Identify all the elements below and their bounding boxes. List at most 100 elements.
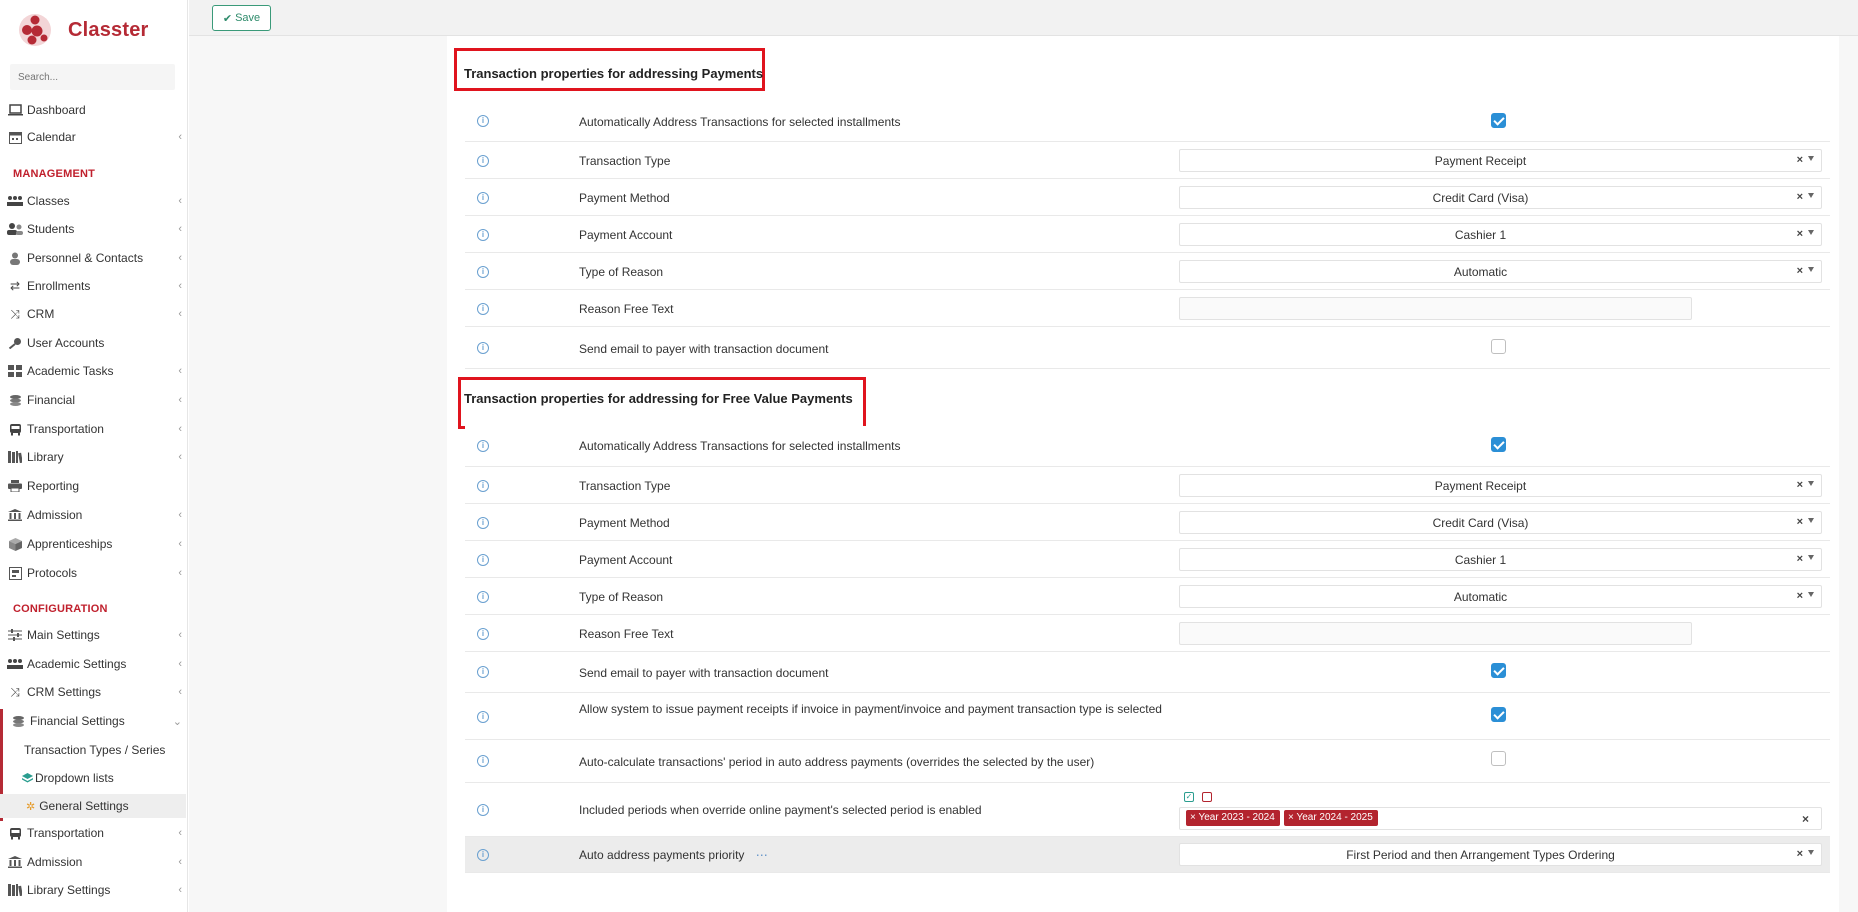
clear-icon[interactable]: × bbox=[1797, 590, 1803, 602]
clear-icon[interactable]: × bbox=[1797, 516, 1803, 528]
included-periods-multiselect[interactable]: × Year 2023 - 2024 × Year 2024 - 2025 × bbox=[1179, 807, 1822, 830]
clear-icon[interactable]: × bbox=[1797, 191, 1803, 203]
info-icon[interactable]: i bbox=[477, 155, 489, 167]
info-icon[interactable]: i bbox=[477, 440, 489, 452]
sidebar-item-admission-settings[interactable]: Admission ‹ bbox=[0, 851, 188, 873]
sidebar-subitem-general-settings[interactable]: ✲ General Settings bbox=[0, 794, 186, 818]
send-email-checkbox[interactable] bbox=[1491, 663, 1506, 678]
info-icon[interactable]: i bbox=[477, 849, 489, 861]
auto-address-checkbox[interactable] bbox=[1491, 437, 1506, 452]
clear-icon[interactable]: × bbox=[1797, 154, 1803, 166]
clear-icon[interactable]: × bbox=[1797, 265, 1803, 277]
info-icon[interactable]: i bbox=[477, 266, 489, 278]
books-icon bbox=[7, 450, 23, 464]
sidebar-subitem-dropdown-lists[interactable]: Dropdown lists bbox=[0, 766, 186, 790]
sidebar-item-academic-settings[interactable]: Academic Settings ‹ bbox=[0, 653, 188, 675]
sidebar-item-crm-settings[interactable]: ⤨ CRM Settings ‹ bbox=[0, 681, 188, 703]
auto-address-checkbox[interactable] bbox=[1491, 113, 1506, 128]
sidebar-item-dashboard[interactable]: Dashboard bbox=[0, 99, 188, 121]
search-input[interactable] bbox=[18, 71, 168, 83]
payment-method-select[interactable]: Credit Card (Visa) × bbox=[1179, 186, 1822, 209]
caret-down-icon[interactable] bbox=[1808, 193, 1814, 198]
info-icon[interactable]: i bbox=[477, 711, 489, 723]
deselect-all-icon[interactable] bbox=[1202, 792, 1212, 802]
payment-account-select[interactable]: Cashier 1 × bbox=[1179, 223, 1822, 246]
sidebar-item-transportation[interactable]: Transportation ‹ bbox=[0, 418, 188, 440]
sidebar-subitem-transaction-types[interactable]: Transaction Types / Series bbox=[0, 738, 186, 762]
sidebar-item-label: CRM Settings bbox=[27, 685, 102, 699]
sidebar-item-protocols[interactable]: Protocols ‹ bbox=[0, 562, 188, 584]
sidebar-item-students[interactable]: Students ‹ bbox=[0, 218, 188, 240]
sidebar-item-admission[interactable]: Admission ‹ bbox=[0, 504, 188, 526]
save-button[interactable]: ✔ Save bbox=[212, 5, 271, 31]
setting-label: Reason Free Text bbox=[579, 627, 674, 641]
caret-down-icon[interactable] bbox=[1808, 267, 1814, 272]
sidebar-item-library[interactable]: Library ‹ bbox=[0, 446, 188, 468]
sidebar-item-crm[interactable]: ⤨ CRM ‹ bbox=[0, 303, 188, 325]
sidebar-item-financial[interactable]: Financial ‹ bbox=[0, 389, 188, 411]
sidebar-item-transportation-settings[interactable]: Transportation ‹ bbox=[0, 822, 188, 844]
info-icon[interactable]: i bbox=[477, 303, 489, 315]
sidebar-search[interactable] bbox=[10, 64, 175, 90]
send-email-checkbox[interactable] bbox=[1491, 339, 1506, 354]
info-icon[interactable]: i bbox=[477, 115, 489, 127]
setting-label: Type of Reason bbox=[579, 265, 664, 279]
caret-down-icon[interactable] bbox=[1808, 555, 1814, 560]
sidebar-item-enrollments[interactable]: ⇄ Enrollments ‹ bbox=[0, 275, 188, 297]
reason-free-text-input[interactable] bbox=[1179, 622, 1692, 645]
info-icon[interactable]: i bbox=[477, 666, 489, 678]
info-icon[interactable]: i bbox=[477, 480, 489, 492]
priority-select[interactable]: First Period and then Arrangement Types … bbox=[1179, 843, 1822, 866]
sidebar-item-library-settings[interactable]: Library Settings ‹ bbox=[0, 879, 188, 901]
caret-down-icon[interactable] bbox=[1808, 850, 1814, 855]
info-icon[interactable]: i bbox=[477, 342, 489, 354]
caret-down-icon[interactable] bbox=[1808, 518, 1814, 523]
info-icon[interactable]: i bbox=[477, 628, 489, 640]
sidebar-item-classes[interactable]: Classes ‹ bbox=[0, 190, 188, 212]
clear-all-icon[interactable]: × bbox=[1802, 812, 1809, 826]
auto-calc-checkbox[interactable] bbox=[1491, 751, 1506, 766]
transaction-type-select[interactable]: Payment Receipt × bbox=[1179, 149, 1822, 172]
sidebar-item-label: Transportation bbox=[27, 422, 104, 436]
reason-free-text-input[interactable] bbox=[1179, 297, 1692, 320]
info-icon[interactable]: i bbox=[477, 517, 489, 529]
logo[interactable]: Classter bbox=[18, 10, 149, 50]
caret-down-icon[interactable] bbox=[1808, 592, 1814, 597]
info-icon[interactable]: i bbox=[477, 804, 489, 816]
check-icon: ✔ bbox=[222, 12, 233, 25]
type-of-reason-select[interactable]: Automatic × bbox=[1179, 585, 1822, 608]
period-tag[interactable]: × Year 2023 - 2024 bbox=[1186, 810, 1280, 826]
sidebar-item-academic-tasks[interactable]: Academic Tasks ‹ bbox=[0, 360, 188, 382]
key-icon bbox=[7, 336, 23, 350]
clear-icon[interactable]: × bbox=[1797, 553, 1803, 565]
sidebar-item-user-accounts[interactable]: User Accounts bbox=[0, 332, 188, 354]
info-icon[interactable]: i bbox=[477, 229, 489, 241]
info-icon[interactable]: i bbox=[477, 755, 489, 767]
payment-account-select[interactable]: Cashier 1 × bbox=[1179, 548, 1822, 571]
laptop-icon bbox=[7, 103, 23, 117]
caret-down-icon[interactable] bbox=[1808, 230, 1814, 235]
sidebar-item-main-settings[interactable]: Main Settings ‹ bbox=[0, 624, 188, 646]
caret-down-icon[interactable] bbox=[1808, 481, 1814, 486]
period-tag[interactable]: × Year 2024 - 2025 bbox=[1284, 810, 1378, 826]
info-icon[interactable]: i bbox=[477, 554, 489, 566]
sidebar-item-personnel[interactable]: Personnel & Contacts ‹ bbox=[0, 247, 188, 269]
select-all-icon[interactable]: ✓ bbox=[1184, 792, 1194, 802]
clear-icon[interactable]: × bbox=[1797, 848, 1803, 860]
sidebar-item-financial-settings[interactable]: Financial Settings ⌄ bbox=[0, 710, 188, 732]
sidebar-item-reporting[interactable]: Reporting bbox=[0, 475, 188, 497]
info-icon[interactable]: i bbox=[477, 192, 489, 204]
setting-row-payment-method-2: i Payment Method Credit Card (Visa) × bbox=[465, 504, 1830, 541]
clear-icon[interactable]: × bbox=[1797, 228, 1803, 240]
type-of-reason-select[interactable]: Automatic × bbox=[1179, 260, 1822, 283]
sidebar-item-apprenticeships[interactable]: Apprenticeships ‹ bbox=[0, 533, 188, 555]
info-icon[interactable]: i bbox=[477, 591, 489, 603]
allow-receipts-checkbox[interactable] bbox=[1491, 707, 1506, 722]
payment-method-select[interactable]: Credit Card (Visa) × bbox=[1179, 511, 1822, 534]
sidebar-item-calendar[interactable]: Calendar ‹ bbox=[0, 126, 188, 148]
transaction-type-select[interactable]: Payment Receipt × bbox=[1179, 474, 1822, 497]
clear-icon[interactable]: × bbox=[1797, 479, 1803, 491]
caret-down-icon[interactable] bbox=[1808, 156, 1814, 161]
sidebar-item-label: Financial Settings bbox=[30, 714, 125, 728]
more-icon[interactable]: ⋯ bbox=[756, 848, 768, 862]
